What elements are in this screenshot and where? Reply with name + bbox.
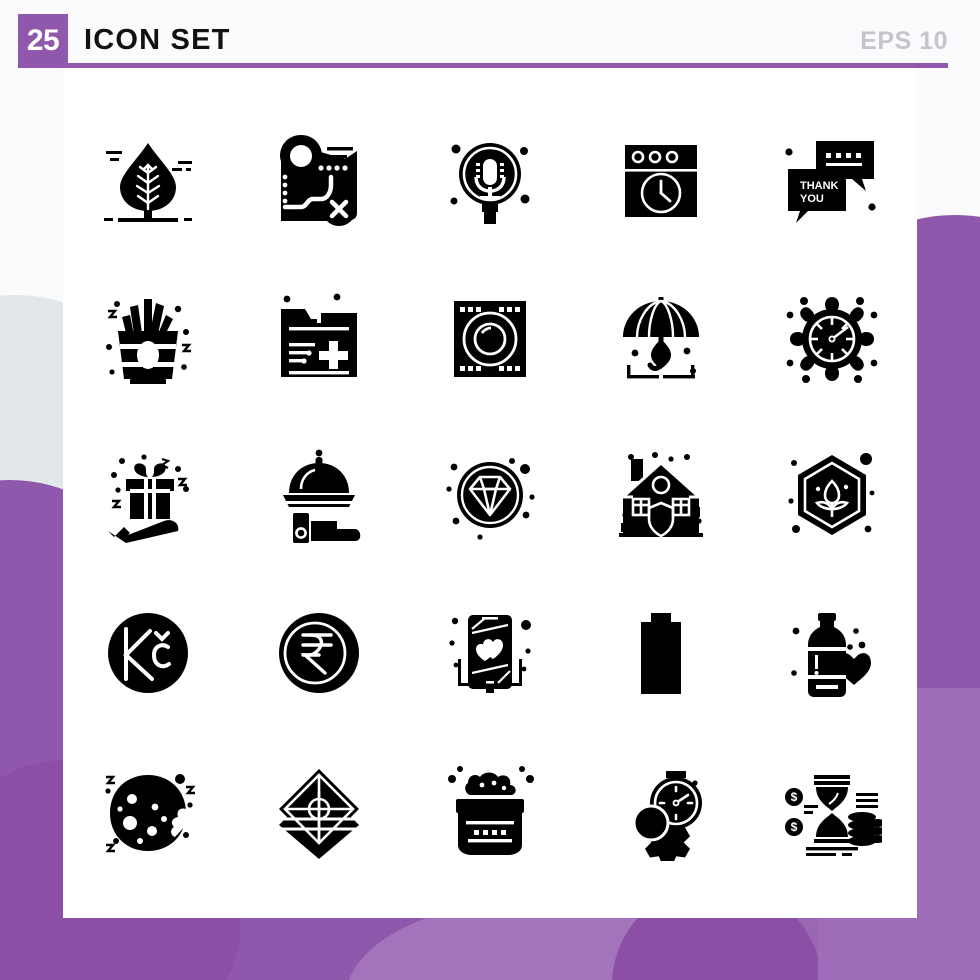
format-label: EPS 10 xyxy=(860,27,948,55)
icon-cell-koruna-coin[interactable] xyxy=(63,574,234,732)
icon-cell-hexagon-plant[interactable] xyxy=(746,416,917,574)
icon-cell-diamond[interactable] xyxy=(405,416,576,574)
icon-cell-medical-folder[interactable] xyxy=(234,258,405,416)
header-divider xyxy=(18,63,948,68)
icon-count-badge: 25 xyxy=(18,14,68,68)
icon-set-poster: THANK YOU $ $ 25 ICON SET EPS 10 xyxy=(0,0,980,980)
cream-jar-icon xyxy=(447,766,534,855)
poster-header: 25 ICON SET EPS 10 xyxy=(0,0,980,80)
coin-symbol-top: $ xyxy=(790,790,797,804)
page-title: ICON SET xyxy=(84,24,231,56)
bottle-heart-icon xyxy=(790,613,871,697)
icon-cell-voice-search[interactable] xyxy=(405,100,576,258)
icon-cell-thank-you-chat[interactable]: THANK YOU xyxy=(746,100,917,258)
icon-cell-cream-jar[interactable] xyxy=(405,732,576,890)
speaker-subwoofer-icon xyxy=(453,301,526,377)
layers-target-icon xyxy=(279,769,360,859)
cookie-icon xyxy=(105,774,196,853)
rupee-coin-icon xyxy=(279,613,360,693)
icon-cell-rupee-coin[interactable] xyxy=(234,574,405,732)
chat-bubble-line1: THANK xyxy=(800,180,839,192)
icon-cell-gear-stopwatch[interactable] xyxy=(575,732,746,890)
icon-cell-cookie[interactable] xyxy=(63,732,234,890)
icon-cell-battery[interactable] xyxy=(575,574,746,732)
icon-cell-mobile-hearts[interactable] xyxy=(405,574,576,732)
icon-cell-french-fries[interactable] xyxy=(63,258,234,416)
icon-cell-bottle-heart[interactable] xyxy=(746,574,917,732)
icon-cell-layers-target[interactable] xyxy=(234,732,405,890)
house-shield-icon xyxy=(618,452,703,538)
icon-cell-gift-on-hand[interactable] xyxy=(63,416,234,574)
icon-cell-speaker[interactable] xyxy=(405,258,576,416)
medical-folder-icon xyxy=(281,293,358,377)
browser-clock-icon xyxy=(624,145,697,217)
icon-cell-umbrella-heart[interactable] xyxy=(575,258,746,416)
gift-on-hand-icon xyxy=(108,454,190,543)
koruna-coin-icon xyxy=(108,613,189,693)
food-cloche-hand-icon xyxy=(283,449,361,543)
icon-cell-house-shield[interactable] xyxy=(575,416,746,574)
french-fries-icon xyxy=(106,299,192,384)
hourglass-coins-icon: $ $ xyxy=(784,775,882,856)
icon-cell-browser-clock[interactable] xyxy=(575,100,746,258)
icon-grid: THANK YOU $ $ xyxy=(63,100,917,890)
icon-cell-map-location-cancel[interactable] xyxy=(234,100,405,258)
icon-cell-tree-leaf[interactable] xyxy=(63,100,234,258)
gear-stopwatch-icon xyxy=(632,771,702,861)
mobile-hearts-icon xyxy=(449,615,531,693)
compass-sun-icon xyxy=(786,297,877,383)
thank-you-chat-icon: THANK YOU xyxy=(784,141,876,223)
icon-cell-hourglass-coins[interactable]: $ $ xyxy=(746,732,917,890)
icon-cell-compass[interactable] xyxy=(746,258,917,416)
chat-bubble-line2: YOU xyxy=(800,193,824,205)
diamond-circle-icon xyxy=(446,458,535,540)
voice-search-microphone-icon xyxy=(450,143,530,224)
icon-cell-food-cloche[interactable] xyxy=(234,416,405,574)
map-location-cancel-icon xyxy=(280,135,358,226)
hexagon-plant-icon xyxy=(787,453,874,535)
umbrella-heart-icon xyxy=(622,297,699,379)
tree-leaf-icon xyxy=(104,143,193,222)
coin-symbol-bottom: $ xyxy=(790,820,797,834)
battery-icon xyxy=(640,613,681,694)
